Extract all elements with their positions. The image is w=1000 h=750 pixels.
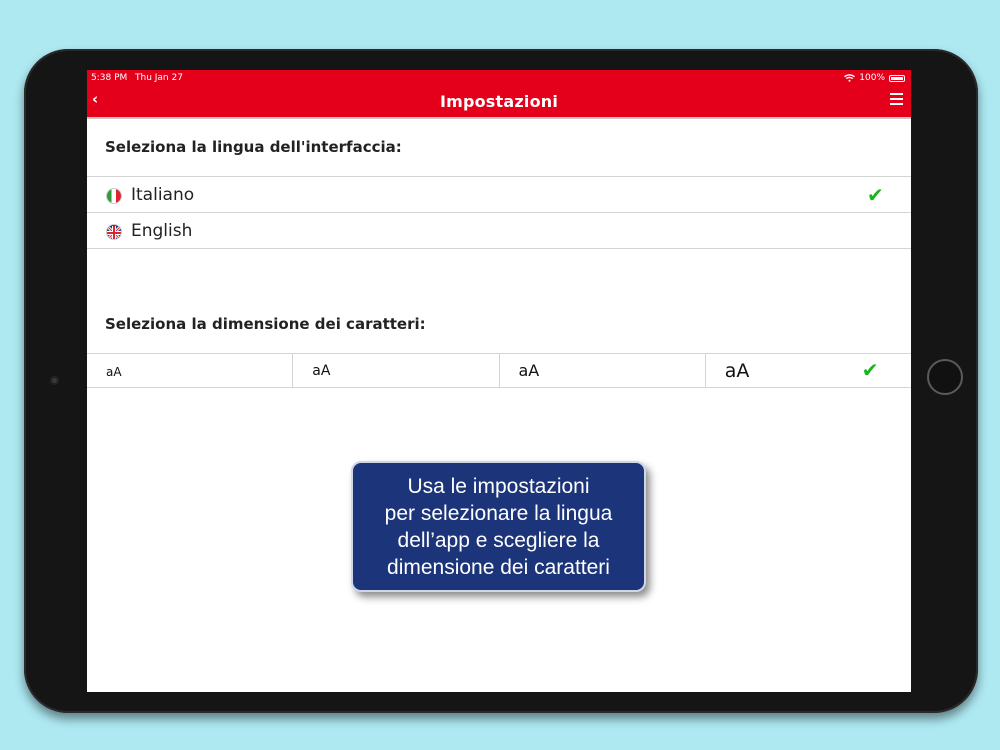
language-option-english[interactable]: English — [87, 212, 911, 249]
font-size-option-3[interactable]: aA — [498, 354, 705, 387]
language-label: Italiano — [131, 185, 195, 205]
nav-bar: ‹ Impostazioni — [87, 86, 911, 119]
language-section-title: Seleziona la lingua dell'interfaccia: — [105, 138, 402, 156]
page-title: Impostazioni — [439, 92, 559, 111]
font-size-option-2[interactable]: aA — [292, 354, 498, 387]
tooltip-line: Usa le impostazioni — [407, 475, 590, 498]
tooltip-line: dell’app e scegliere la — [397, 529, 600, 552]
language-option-italiano[interactable]: Italiano ✔ — [87, 176, 911, 212]
status-right: 100% — [844, 70, 905, 86]
front-camera — [50, 376, 59, 385]
hamburger-menu-icon[interactable] — [890, 93, 903, 108]
tooltip-line: per selezionare la lingua — [384, 502, 613, 525]
settings-tooltip: Usa le impostazioni per selezionare la l… — [351, 461, 646, 592]
wifi-icon — [844, 74, 856, 82]
font-size-label: aA — [518, 361, 540, 380]
home-button[interactable] — [927, 359, 963, 395]
status-bar: 5:38 PM Thu Jan 27 100% — [87, 70, 911, 86]
battery-icon — [889, 74, 905, 82]
font-size-label: aA — [106, 365, 122, 379]
app-screen: 5:38 PM Thu Jan 27 100% ‹ Impostazioni S… — [87, 70, 911, 692]
language-label: English — [131, 221, 193, 241]
checkmark-icon: ✔ — [867, 183, 884, 207]
font-size-label: aA — [724, 360, 750, 382]
status-date: Thu Jan 27 — [135, 73, 183, 83]
font-size-option-4[interactable]: aA ✔ — [704, 354, 911, 387]
font-size-label: aA — [312, 363, 331, 379]
uk-flag-icon — [107, 225, 121, 239]
font-size-section-title: Seleziona la dimensione dei caratteri: — [105, 315, 426, 333]
font-size-selector: aA aA aA aA ✔ — [87, 353, 911, 388]
font-size-option-1[interactable]: aA — [87, 354, 292, 387]
checkmark-icon: ✔ — [861, 358, 879, 382]
battery-percent: 100% — [859, 73, 885, 83]
italy-flag-icon — [107, 189, 121, 203]
tooltip-line: dimensione dei caratteri — [387, 556, 610, 579]
status-time: 5:38 PM — [91, 73, 128, 83]
